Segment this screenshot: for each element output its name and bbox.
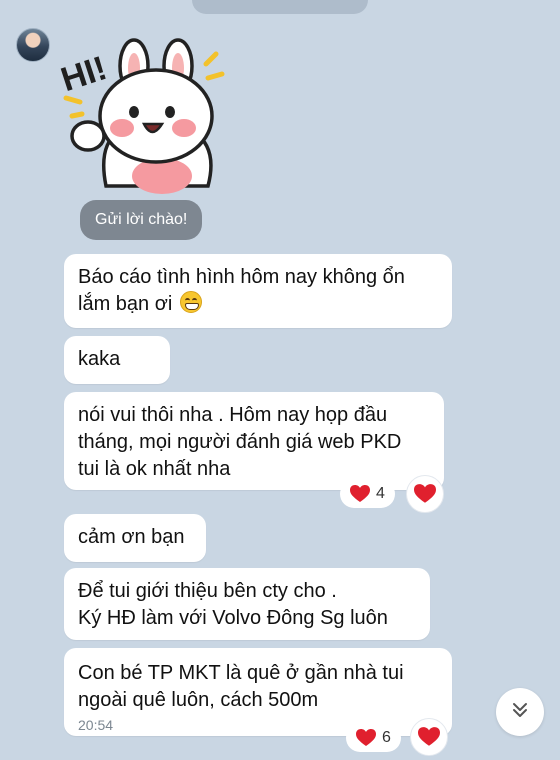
message-text-line: tui là ok nhất nha: [78, 458, 231, 480]
reaction-count: 6: [382, 729, 391, 746]
react-heart-button[interactable]: [410, 718, 448, 756]
heart-icon: [350, 485, 370, 503]
message-text-line: lắm bạn ơi: [78, 291, 438, 318]
hi-bunny-sticker[interactable]: HI!: [56, 36, 234, 196]
message-text-line: Để tui giới thiệu bên cty cho .: [78, 580, 337, 602]
message-text: kaka: [78, 348, 121, 370]
message-bubble[interactable]: nói vui thôi nha . Hôm nay họp đầu tháng…: [64, 392, 444, 490]
message-text-line: Báo cáo tình hình hôm nay không ổn: [78, 266, 405, 288]
message-bubble[interactable]: cảm ơn bạn: [64, 514, 206, 562]
send-greeting-button[interactable]: Gửi lời chào!: [80, 200, 203, 240]
sticker-hi-text: HI!: [58, 49, 111, 99]
reaction-summary[interactable]: 6: [346, 724, 401, 752]
message-text: cảm ơn bạn: [78, 526, 185, 548]
message-text-line: nói vui thôi nha . Hôm nay họp đầu: [78, 404, 388, 426]
message-text-line: Con bé TP MKT là quê ở gần nhà tui: [78, 662, 404, 684]
grinning-emoji-icon: [179, 291, 202, 313]
message-bubble[interactable]: Báo cáo tình hình hôm nay không ổn lắm b…: [64, 254, 452, 328]
chevron-down-double-icon: [511, 701, 529, 724]
top-date-pill: [192, 0, 368, 14]
react-heart-button[interactable]: [406, 475, 444, 513]
scroll-to-bottom-button[interactable]: [496, 688, 544, 736]
message-bubble[interactable]: Để tui giới thiệu bên cty cho . Ký HĐ là…: [64, 568, 430, 640]
message-bubble[interactable]: Con bé TP MKT là quê ở gần nhà tui ngoài…: [64, 648, 452, 736]
heart-icon: [414, 484, 436, 504]
sender-avatar[interactable]: [16, 28, 50, 62]
message-text-line: tháng, mọi người đánh giá web PKD: [78, 431, 402, 453]
message-bubble[interactable]: kaka: [64, 336, 170, 384]
heart-icon: [418, 727, 440, 747]
message-text-line: ngoài quê luôn, cách 500m: [78, 689, 319, 711]
message-text-line: Ký HĐ làm với Volvo Đông Sg luôn: [78, 607, 388, 629]
reaction-summary[interactable]: 4: [340, 480, 395, 508]
heart-icon: [356, 729, 376, 747]
reaction-count: 4: [376, 485, 385, 502]
